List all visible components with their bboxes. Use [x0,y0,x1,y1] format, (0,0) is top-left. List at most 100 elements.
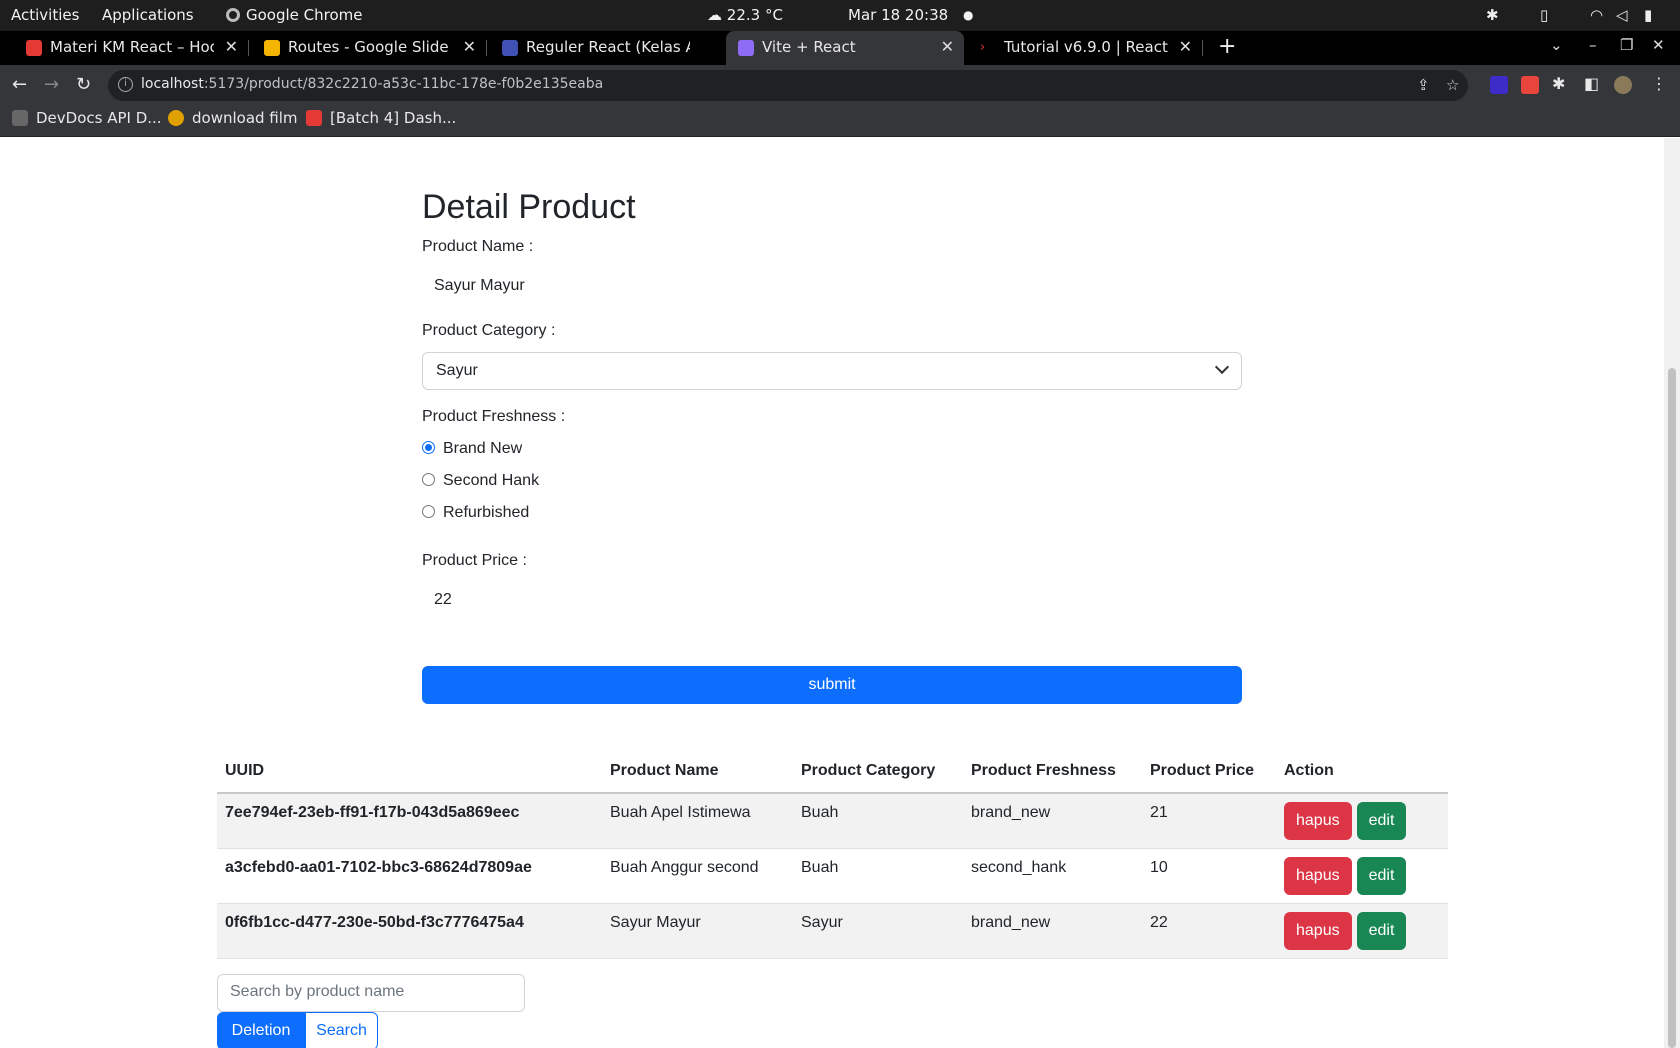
bookmark-devdocs[interactable]: DevDocs API D... [12,109,162,127]
scrollbar-thumb[interactable] [1668,368,1676,1048]
product-category-select[interactable]: Sayur [422,352,1242,390]
extension-tray-icon[interactable]: ✱ [1486,6,1504,24]
kebab-menu-icon[interactable]: ⋮ [1651,74,1667,93]
radio-checked-icon[interactable] [422,441,435,454]
weather-label: 22.3 °C [726,6,783,24]
products-table: UUID Product Name Product Category Produ… [217,750,1448,959]
bookmark-batch4[interactable]: [Batch 4] Dash... [306,109,456,127]
address-bar[interactable]: i localhost:5173/product/832c2210-a53c-1… [108,70,1468,101]
tab-materi-km[interactable]: Materi KM React – Hook Re ✕ [14,31,249,65]
applications-menu[interactable]: Applications [102,6,194,24]
tab-title: Vite + React [762,38,856,56]
cell-actions: hapus edit [1276,903,1448,959]
cell-product-freshness: brand_new [963,903,1142,959]
edit-button[interactable]: edit [1356,802,1407,840]
cell-product-category: Sayur [793,903,963,959]
submit-button[interactable]: submit [422,666,1242,704]
column-header-action: Action [1276,750,1448,794]
product-category-label: Product Category : [422,322,556,339]
table-row: a3cfebd0-aa01-7102-bbc3-68624d7809ae Bua… [217,848,1448,904]
bookmark-download-film[interactable]: download film [168,109,298,127]
delete-button[interactable]: hapus [1284,802,1352,840]
table-row: 7ee794ef-23eb-ff91-f17b-043d5a869eec Bua… [217,793,1448,849]
back-arrow-icon[interactable]: ← [12,74,27,95]
tab-routes[interactable]: Routes - Google Slide ✕ [252,31,487,65]
cell-product-freshness: brand_new [963,793,1142,849]
pinwheel-icon [168,110,184,126]
product-price-label: Product Price : [422,552,527,569]
bookmark-label: download film [192,109,298,127]
selected-category: Sayur [436,362,478,379]
tab-title: Tutorial v6.9.0 | React Rou [1004,38,1168,56]
column-header-product-category: Product Category [793,750,963,794]
freshness-option-brand-new[interactable]: Brand New [422,440,522,458]
extension-icon[interactable] [1521,76,1539,94]
close-tab-icon[interactable]: ✕ [463,37,476,56]
edit-button[interactable]: edit [1356,856,1407,895]
tab-favicon-icon [26,40,42,56]
close-window-button[interactable]: ✕ [1652,36,1665,54]
cell-actions: hapus edit [1276,848,1448,904]
tab-react-router[interactable]: › Tutorial v6.9.0 | React Rou ✕ [968,31,1203,65]
bookmark-star-icon[interactable]: ☆ [1446,76,1459,94]
cell-product-name: Buah Anggur second [602,848,793,904]
notification-dot-icon: ● [963,8,974,22]
product-price-field[interactable]: 22 [434,591,452,609]
profile-avatar[interactable] [1614,76,1632,94]
chrome-icon [226,8,240,22]
tab-divider [486,40,487,56]
page-scrollbar[interactable] [1664,138,1680,1048]
tab-reguler-react[interactable]: Reguler React (Kelas A, B, C [490,31,724,65]
new-tab-button[interactable]: + [1218,34,1236,59]
forward-arrow-icon[interactable]: → [44,74,59,95]
cell-uuid: a3cfebd0-aa01-7102-bbc3-68624d7809ae [217,848,602,904]
close-tab-icon[interactable]: ✕ [225,37,238,56]
weather-indicator[interactable]: ☁ 22.3 °C [707,6,783,24]
battery-icon[interactable]: ▮ [1644,6,1662,24]
delete-button[interactable]: hapus [1284,911,1352,950]
app-menu[interactable]: Google Chrome [226,6,363,24]
url-text: localhost:5173/product/832c2210-a53c-11b… [141,76,603,92]
product-freshness-label: Product Freshness : [422,408,566,425]
activities-button[interactable]: Activities [11,6,79,24]
minimize-button[interactable]: – [1589,36,1597,54]
chevron-down-icon [1214,359,1230,375]
clipboard-icon[interactable]: ▯ [1540,6,1558,24]
tab-divider [248,40,249,56]
close-tab-icon[interactable]: ✕ [1179,37,1192,56]
radio-icon[interactable] [422,505,435,518]
radio-label: Second Hank [443,472,540,489]
freshness-option-refurbished[interactable]: Refurbished [422,504,529,522]
volume-icon[interactable]: ◁ [1616,6,1634,24]
restore-button[interactable]: ❐ [1620,36,1633,54]
reload-icon[interactable]: ↻ [76,74,91,95]
extensions-puzzle-icon[interactable]: ✱ [1552,74,1565,93]
extension-icon[interactable] [1490,76,1508,94]
weather-icon: ☁ [707,6,722,24]
radio-icon[interactable] [422,473,435,486]
close-tab-icon[interactable]: ✕ [941,37,954,56]
cell-product-price: 10 [1142,848,1276,904]
cell-uuid: 0f6fb1cc-d477-230e-50bd-f3c7776475a4 [217,903,602,959]
search-button[interactable]: Search [305,1012,378,1048]
tab-divider [1202,40,1203,56]
delete-button[interactable]: hapus [1284,856,1352,895]
bookmark-label: [Batch 4] Dash... [330,109,457,127]
share-icon[interactable]: ⇪ [1417,76,1430,94]
tab-search-chevron-icon[interactable]: ⌄ [1550,36,1563,54]
search-input[interactable]: Search by product name [217,974,525,1012]
tab-vite-react[interactable]: Vite + React ✕ [726,31,964,65]
wifi-icon[interactable]: ◠ [1590,6,1608,24]
deletion-button[interactable]: Deletion [217,1012,305,1048]
site-info-icon[interactable]: i [118,77,133,92]
clock[interactable]: Mar 18 20:38 [848,6,948,24]
app-name-label: Google Chrome [246,6,363,24]
product-name-field[interactable]: Sayur Mayur [434,277,525,295]
cell-product-name: Buah Apel Istimewa [602,793,793,849]
side-panel-icon[interactable]: ◧ [1584,74,1599,93]
freshness-option-second-hank[interactable]: Second Hank [422,472,539,490]
browser-toolbar: ← → ↻ i localhost:5173/product/832c2210-… [0,65,1680,105]
tab-favicon-icon [502,40,518,56]
edit-button[interactable]: edit [1356,911,1407,950]
column-header-product-price: Product Price [1142,750,1276,794]
